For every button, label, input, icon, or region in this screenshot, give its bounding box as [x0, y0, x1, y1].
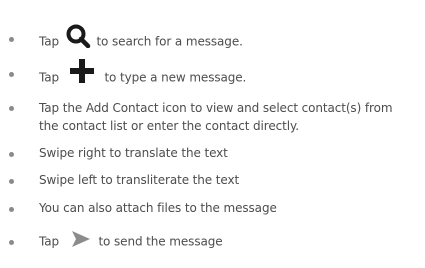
list-item-text: Swipe right to translate the text — [39, 146, 228, 160]
list-item-text: Swipe left to transliterate the text — [39, 173, 240, 187]
tap-label: Tap — [39, 34, 60, 49]
bullet — [9, 152, 14, 157]
list-item-text: Tap to send the message — [39, 230, 223, 251]
list-item-text: Tap to type a new message. — [39, 59, 247, 91]
bullet — [9, 179, 14, 184]
tap-label: Tap — [39, 234, 60, 249]
list-item-text: You can also attach files to the message — [39, 201, 277, 215]
bullet — [9, 37, 14, 42]
bullet — [9, 106, 14, 111]
bullet — [9, 72, 14, 77]
bullet — [9, 207, 14, 212]
new-message-instruction: to type a new message. — [104, 70, 247, 85]
search-icon — [65, 24, 91, 49]
list-item-text: Tap the Add Contact icon to view and sel… — [39, 101, 393, 133]
search-instruction: to search for a message. — [96, 34, 243, 49]
tap-label: Tap — [39, 70, 60, 85]
bullet — [9, 240, 14, 245]
send-arrow-icon — [71, 230, 91, 248]
list-item-text: Tap to search for a message. — [39, 24, 243, 54]
plus-icon — [69, 58, 95, 84]
instruction-list: Tap to search for a message. Tap to type… — [0, 0, 425, 268]
send-instruction: to send the message — [98, 234, 223, 249]
